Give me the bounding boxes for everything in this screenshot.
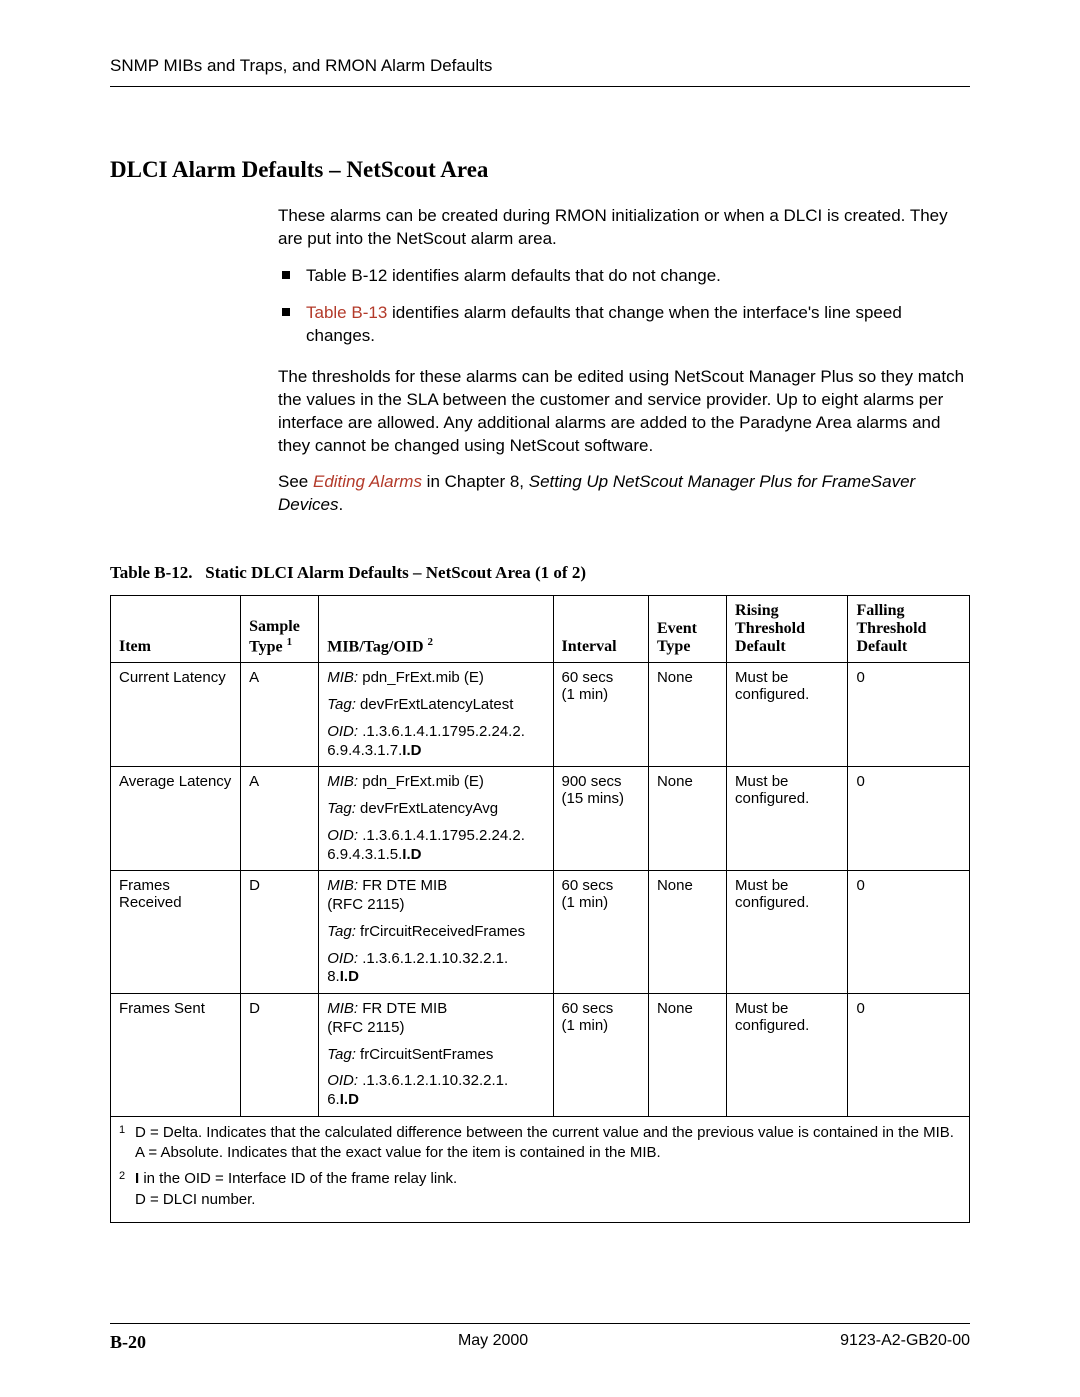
cell-rising: Must beconfigured. xyxy=(727,994,848,1117)
fn1-num: 1 xyxy=(119,1123,125,1138)
cell-interval: 900 secs(15 mins) xyxy=(553,767,648,871)
footnote-1: 1 D = Delta. Indicates that the calculat… xyxy=(119,1123,961,1164)
cell-falling: 0 xyxy=(848,871,970,994)
cell-falling: 0 xyxy=(848,767,970,871)
caption-title: Static DLCI Alarm Defaults – NetScout Ar… xyxy=(205,563,586,582)
table-row: Average LatencyAMIB: pdn_FrExt.mib (E)Ta… xyxy=(111,767,970,871)
cell-sample: A xyxy=(241,663,319,767)
cell-falling: 0 xyxy=(848,663,970,767)
th-rising-l1: Rising xyxy=(735,602,779,619)
fn2-num: 2 xyxy=(119,1169,125,1184)
table-row: Frames ReceivedDMIB: FR DTE MIB(RFC 2115… xyxy=(111,871,970,994)
cell-sample: D xyxy=(241,871,319,994)
th-sample-l1: Sample xyxy=(249,618,300,635)
alarm-table: Item Sample Type 1 MIB/Tag/OID 2 Interva… xyxy=(110,595,970,1223)
th-falling-l2: Threshold xyxy=(856,620,926,637)
th-event-l1: Event xyxy=(657,620,697,637)
cell-event: None xyxy=(648,767,726,871)
editing-alarms-link[interactable]: Editing Alarms xyxy=(313,472,422,491)
th-sample-sup: 1 xyxy=(287,636,293,648)
cell-rising: Must beconfigured. xyxy=(727,663,848,767)
cell-mib: MIB: FR DTE MIB(RFC 2115)Tag: frCircuitR… xyxy=(319,871,553,994)
fn2-l1: in the OID = Interface ID of the frame r… xyxy=(139,1170,457,1187)
cell-rising: Must beconfigured. xyxy=(727,767,848,871)
th-falling-l1: Falling xyxy=(856,602,904,619)
page-footer: B-20 May 2000 9123-A2-GB20-00 xyxy=(110,1323,970,1353)
bullet-2-rest: identifies alarm defaults that change wh… xyxy=(306,303,902,345)
table-caption: Table B-12. Static DLCI Alarm Defaults –… xyxy=(110,563,970,583)
table-header-row: Item Sample Type 1 MIB/Tag/OID 2 Interva… xyxy=(111,596,970,663)
th-sample-l2: Type xyxy=(249,638,286,655)
cell-interval: 60 secs(1 min) xyxy=(553,994,648,1117)
intro-p3: See Editing Alarms in Chapter 8, Setting… xyxy=(278,471,970,517)
bullet-list: Table B-12 identifies alarm defaults tha… xyxy=(278,265,970,348)
th-mib-pre: MIB/Tag/OID xyxy=(327,638,427,655)
cell-event: None xyxy=(648,663,726,767)
footer-doc-id: 9123-A2-GB20-00 xyxy=(840,1332,970,1353)
footnote-2: 2 I in the OID = Interface ID of the fra… xyxy=(119,1169,961,1210)
footnote-row: 1 D = Delta. Indicates that the calculat… xyxy=(111,1116,970,1222)
th-falling-l3: Default xyxy=(856,638,907,655)
bullet-2: Table B-13 identifies alarm defaults tha… xyxy=(278,302,970,348)
th-mib: MIB/Tag/OID 2 xyxy=(319,596,553,663)
intro-block: These alarms can be created during RMON … xyxy=(278,205,970,517)
th-sample: Sample Type 1 xyxy=(241,596,319,663)
cell-mib: MIB: FR DTE MIB(RFC 2115)Tag: frCircuitS… xyxy=(319,994,553,1117)
table-row: Frames SentDMIB: FR DTE MIB(RFC 2115)Tag… xyxy=(111,994,970,1117)
cell-rising: Must beconfigured. xyxy=(727,871,848,994)
cell-sample: A xyxy=(241,767,319,871)
th-rising-l2: Threshold xyxy=(735,620,805,637)
intro-p2: The thresholds for these alarms can be e… xyxy=(278,366,970,458)
cell-event: None xyxy=(648,871,726,994)
footnotes-cell: 1 D = Delta. Indicates that the calculat… xyxy=(111,1116,970,1222)
fn2-l2: D = DLCI number. xyxy=(135,1191,255,1208)
cell-mib: MIB: pdn_FrExt.mib (E)Tag: devFrExtLaten… xyxy=(319,663,553,767)
p3-pre: See xyxy=(278,472,313,491)
cell-sample: D xyxy=(241,994,319,1117)
th-falling: Falling Threshold Default xyxy=(848,596,970,663)
th-event: Event Type xyxy=(648,596,726,663)
page: SNMP MIBs and Traps, and RMON Alarm Defa… xyxy=(0,0,1080,1397)
cell-interval: 60 secs(1 min) xyxy=(553,663,648,767)
p3-end: . xyxy=(338,495,343,514)
page-number: B-20 xyxy=(110,1332,146,1353)
running-header: SNMP MIBs and Traps, and RMON Alarm Defa… xyxy=(110,56,970,87)
caption-prefix: Table B-12. xyxy=(110,563,193,582)
th-rising: Rising Threshold Default xyxy=(727,596,848,663)
cell-item: Frames Sent xyxy=(111,994,241,1117)
intro-p1: These alarms can be created during RMON … xyxy=(278,205,970,251)
cell-falling: 0 xyxy=(848,994,970,1117)
p3-mid: in Chapter 8, xyxy=(422,472,529,491)
th-mib-sup: 2 xyxy=(428,636,434,648)
fn1-l2: A = Absolute. Indicates that the exact v… xyxy=(135,1144,661,1161)
th-interval: Interval xyxy=(553,596,648,663)
table-row: Current LatencyAMIB: pdn_FrExt.mib (E)Ta… xyxy=(111,663,970,767)
table-b13-link[interactable]: Table B-13 xyxy=(306,303,387,322)
cell-event: None xyxy=(648,994,726,1117)
section-title: DLCI Alarm Defaults – NetScout Area xyxy=(110,157,970,183)
cell-interval: 60 secs(1 min) xyxy=(553,871,648,994)
cell-mib: MIB: pdn_FrExt.mib (E)Tag: devFrExtLaten… xyxy=(319,767,553,871)
cell-item: Average Latency xyxy=(111,767,241,871)
footer-date: May 2000 xyxy=(458,1332,528,1353)
th-event-l2: Type xyxy=(657,638,690,655)
cell-item: Current Latency xyxy=(111,663,241,767)
cell-item: Frames Received xyxy=(111,871,241,994)
bullet-1: Table B-12 identifies alarm defaults tha… xyxy=(278,265,970,288)
th-rising-l3: Default xyxy=(735,638,786,655)
fn1-l1: D = Delta. Indicates that the calculated… xyxy=(135,1124,954,1141)
th-item: Item xyxy=(111,596,241,663)
